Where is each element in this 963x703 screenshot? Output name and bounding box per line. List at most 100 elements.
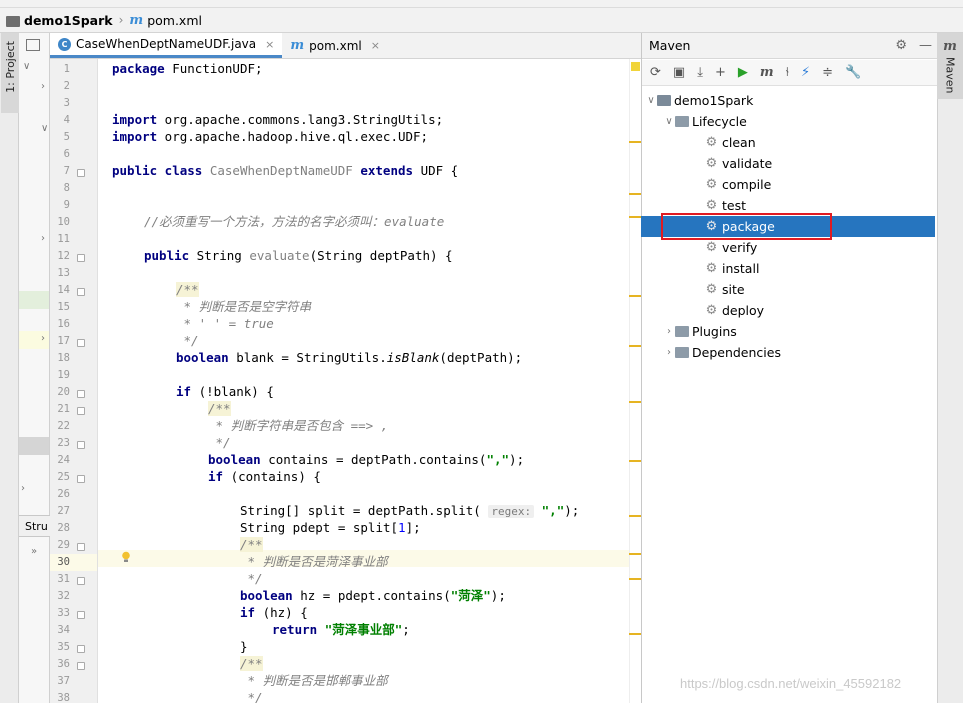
scroll-marker[interactable] <box>629 401 641 403</box>
dependencies-folder-icon <box>675 347 689 358</box>
maven-icon: m <box>943 39 957 54</box>
line-number: 28 <box>57 522 70 534</box>
code-line: /** <box>208 401 231 416</box>
tree-item-goal-validate[interactable]: ⚙ validate <box>641 153 935 174</box>
collapse-arrow-icon[interactable]: ∨ <box>23 61 30 72</box>
skip-tests-icon[interactable]: ⚡ <box>801 65 810 80</box>
tree-item-plugins[interactable]: › Plugins <box>641 321 935 342</box>
scroll-marker[interactable] <box>629 460 641 462</box>
line-number: 16 <box>57 318 70 330</box>
tree-item-goal-install[interactable]: ⚙ install <box>641 258 935 279</box>
editor-scrollbar[interactable] <box>629 59 641 703</box>
gear-icon: ⚙ <box>705 198 718 213</box>
reload-icon[interactable]: ⟳ <box>650 65 661 80</box>
tree-item-project[interactable]: ∨ demo1Spark <box>641 90 935 111</box>
scroll-marker[interactable] <box>629 216 641 218</box>
maven-file-icon: m <box>290 38 305 53</box>
fold-marker-icon[interactable] <box>77 543 85 551</box>
panel-layout-icon[interactable] <box>26 39 40 51</box>
expand-arrow-icon[interactable]: › <box>41 81 45 92</box>
scroll-marker[interactable] <box>629 345 641 347</box>
fold-marker-icon[interactable] <box>77 441 85 449</box>
scroll-marker[interactable] <box>629 193 641 195</box>
wrench-icon[interactable]: 🔧 <box>845 65 861 80</box>
expand-arrow-icon[interactable]: › <box>41 233 45 244</box>
add-icon[interactable]: + <box>715 65 726 80</box>
breadcrumb-file[interactable]: pom.xml <box>147 13 202 28</box>
project-tool-tab[interactable]: 1: Project <box>1 33 19 113</box>
tree-item-goal-test[interactable]: ⚙ test <box>641 195 935 216</box>
tree-row-selected[interactable] <box>19 437 49 455</box>
gear-icon: ⚙ <box>705 156 718 171</box>
tree-item-goal-deploy[interactable]: ⚙ deploy <box>641 300 935 321</box>
chevron-right-icon[interactable]: › <box>663 326 675 337</box>
tree-item-dependencies[interactable]: › Dependencies <box>641 342 935 363</box>
fold-marker-icon[interactable] <box>77 611 85 619</box>
scroll-marker[interactable] <box>629 553 641 555</box>
line-number-gutter[interactable]: 1 2 3 4 5 6 7 8 9 10 11 12 13 14 15 16 17 18 19 20 21 22 23 24 2… <box>50 59 98 703</box>
fold-marker-icon[interactable] <box>77 339 85 347</box>
fold-marker-icon[interactable] <box>77 254 85 262</box>
scroll-marker[interactable] <box>629 633 641 635</box>
tab-pom-xml[interactable]: m pom.xml × <box>282 33 388 58</box>
chevron-right-icon[interactable]: › <box>663 347 675 358</box>
chevron-down-icon[interactable]: ∨ <box>645 95 657 106</box>
fold-marker-icon[interactable] <box>77 645 85 653</box>
scroll-marker[interactable] <box>629 578 641 580</box>
scroll-marker[interactable] <box>629 295 641 297</box>
tree-row-highlight[interactable] <box>19 331 49 349</box>
line-number: 3 <box>63 97 70 109</box>
warning-indicator[interactable] <box>631 62 640 71</box>
collapse-arrow-icon[interactable]: ∨ <box>41 123 48 134</box>
tree-item-goal-compile[interactable]: ⚙ compile <box>641 174 935 195</box>
tab-casewhen-java[interactable]: C CaseWhenDeptNameUDF.java × <box>50 33 283 58</box>
watermark: https://blog.csdn.net/weixin_45592182 <box>680 676 902 691</box>
fold-marker-icon[interactable] <box>77 288 85 296</box>
fold-marker-icon[interactable] <box>77 407 85 415</box>
close-icon[interactable]: × <box>371 39 380 52</box>
fold-marker-icon[interactable] <box>77 390 85 398</box>
breadcrumb-project[interactable]: demo1Spark <box>24 13 113 28</box>
line-number: 23 <box>57 437 70 449</box>
download-icon[interactable]: ⤓ <box>697 65 703 80</box>
run-icon[interactable]: ▶ <box>738 65 748 80</box>
code-line: * 判断是否是菏泽事业部 <box>240 554 388 569</box>
fold-marker-icon[interactable] <box>77 577 85 585</box>
goal-label: site <box>722 282 745 297</box>
scroll-marker[interactable] <box>629 515 641 517</box>
execute-goal-icon[interactable]: m <box>760 65 774 80</box>
close-icon[interactable]: × <box>265 38 274 51</box>
more-icon[interactable]: » <box>31 546 37 557</box>
expand-arrow-icon[interactable]: › <box>21 483 25 494</box>
toggle-offline-icon[interactable]: ⫮ <box>786 65 789 80</box>
tree-item-goal-package[interactable]: ⚙ package <box>641 216 935 237</box>
structure-tab[interactable]: Stru <box>19 515 50 537</box>
tree-item-goal-site[interactable]: ⚙ site <box>641 279 935 300</box>
code-line: public String evaluate(String deptPath) … <box>144 248 453 263</box>
code-line: import org.apache.commons.lang3.StringUt… <box>112 112 444 127</box>
line-number: 24 <box>57 454 70 466</box>
tree-item-goal-verify[interactable]: ⚙ verify <box>641 237 935 258</box>
fold-marker-icon[interactable] <box>77 169 85 177</box>
code-editor[interactable]: package FunctionUDF; import org.apache.c… <box>98 59 629 703</box>
fold-marker-icon[interactable] <box>77 475 85 483</box>
tree-row-highlight[interactable] <box>19 291 49 309</box>
tree-item-goal-clean[interactable]: ⚙ clean <box>641 132 935 153</box>
code-line: boolean blank = StringUtils.isBlank(dept… <box>176 350 523 365</box>
plugins-folder-icon <box>675 326 689 337</box>
line-number: 37 <box>57 675 70 687</box>
gear-icon: ⚙ <box>705 177 718 192</box>
scroll-marker[interactable] <box>629 141 641 143</box>
fold-marker-icon[interactable] <box>77 662 85 670</box>
add-folder-icon[interactable]: ▣ <box>673 65 685 80</box>
collapse-all-icon[interactable]: ≑ <box>822 65 833 80</box>
chevron-down-icon[interactable]: ∨ <box>663 116 675 127</box>
maven-tool-tab[interactable]: m Maven <box>937 33 963 99</box>
tree-item-lifecycle[interactable]: ∨ Lifecycle <box>641 111 935 132</box>
minimize-icon[interactable]: — <box>919 38 932 53</box>
maven-file-icon: m <box>129 12 144 28</box>
lightbulb-icon[interactable] <box>121 551 131 563</box>
gear-icon[interactable]: ⚙ <box>895 38 907 53</box>
expand-arrow-icon[interactable]: › <box>41 333 45 344</box>
code-line: */ <box>240 690 263 703</box>
